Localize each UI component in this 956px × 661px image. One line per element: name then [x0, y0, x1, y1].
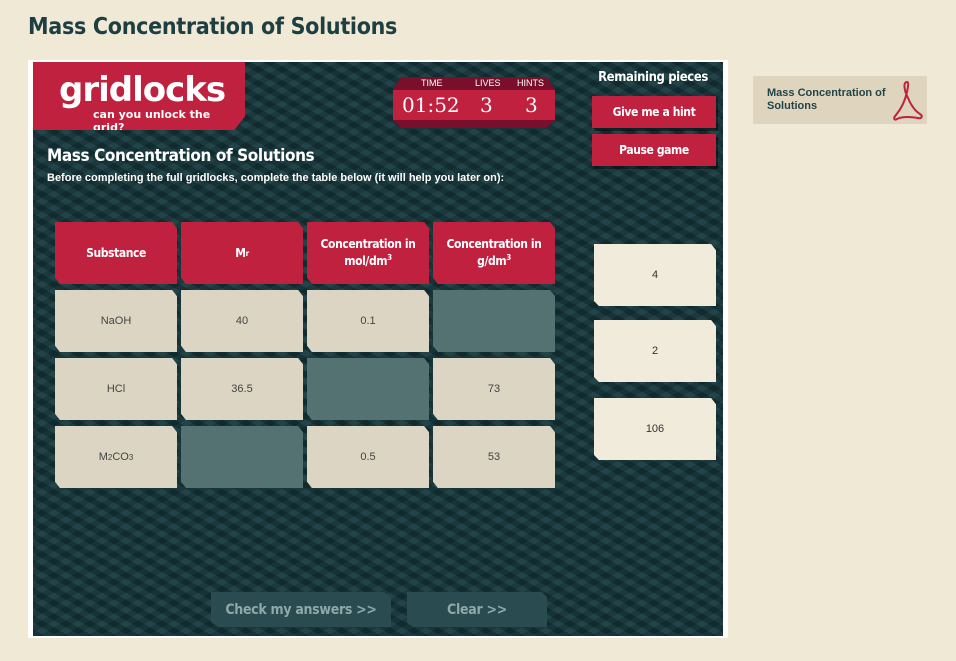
- header-mr: Mr: [181, 222, 303, 284]
- hint-button[interactable]: Give me a hint: [592, 96, 716, 128]
- logo-tagline: can you unlock the grid?: [93, 108, 211, 134]
- page-title: Mass Concentration of Solutions: [28, 14, 398, 40]
- stats-bar: TIME LIVES HINTS 01:52 3 3: [393, 77, 555, 128]
- piece-tile[interactable]: 4: [594, 244, 716, 306]
- header-conc-mol: Concentration in mol/dm3: [307, 222, 429, 284]
- empty-slot-mr-m2co3[interactable]: [181, 426, 303, 488]
- game-instructions: Before completing the full gridlocks, co…: [47, 172, 505, 184]
- cell-mr-hcl: 36.5: [181, 358, 303, 420]
- time-label: TIME: [421, 78, 443, 88]
- cell-mol-naoh: 0.1: [307, 290, 429, 352]
- remaining-pieces-title: Remaining pieces: [598, 70, 708, 85]
- piece-tile[interactable]: 2: [594, 320, 716, 382]
- game-board: gridlocks can you unlock the grid? Mass …: [33, 62, 723, 636]
- clear-button[interactable]: Clear >>: [407, 592, 547, 627]
- logo-title: gridlocks: [59, 70, 226, 110]
- lives-value: 3: [480, 93, 493, 117]
- pdf-download-link[interactable]: Mass Concentration of Solutions: [753, 76, 927, 124]
- check-answers-button[interactable]: Check my answers >>: [211, 592, 391, 627]
- cell-mr-naoh: 40: [181, 290, 303, 352]
- pdf-label: Mass Concentration of Solutions: [767, 87, 886, 112]
- gridlocks-logo: gridlocks can you unlock the grid?: [33, 62, 245, 130]
- header-substance: Substance: [55, 222, 177, 284]
- time-value: 01:52: [402, 93, 460, 117]
- lives-label: LIVES: [475, 78, 501, 88]
- header-conc-g: Concentration in g/dm3: [433, 222, 555, 284]
- empty-slot-g-naoh[interactable]: [433, 290, 555, 352]
- cell-g-m2co3: 53: [433, 426, 555, 488]
- piece-tile[interactable]: 106: [594, 398, 716, 460]
- empty-slot-mol-hcl[interactable]: [307, 358, 429, 420]
- adobe-pdf-icon: [893, 80, 923, 121]
- game-heading: Mass Concentration of Solutions: [47, 146, 315, 166]
- hints-label: HINTS: [517, 78, 544, 88]
- cell-substance-m2co3: M 2 CO 3: [55, 426, 177, 488]
- cell-mol-m2co3: 0.5: [307, 426, 429, 488]
- cell-substance-naoh: NaOH: [55, 290, 177, 352]
- pause-button[interactable]: Pause game: [592, 134, 716, 166]
- hints-value: 3: [525, 93, 538, 117]
- cell-substance-hcl: HCl: [55, 358, 177, 420]
- cell-g-hcl: 73: [433, 358, 555, 420]
